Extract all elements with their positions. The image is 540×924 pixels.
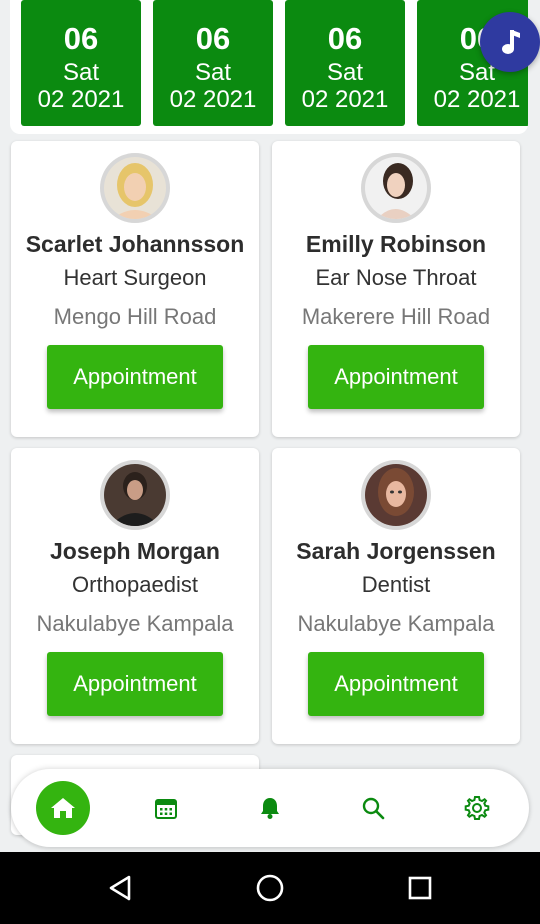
nav-home[interactable] xyxy=(36,781,90,835)
avatar xyxy=(100,153,170,223)
search-icon xyxy=(362,797,385,820)
date-month-year: 02 2021 xyxy=(433,86,521,113)
back-icon xyxy=(109,875,131,901)
doctor-photo xyxy=(365,157,427,219)
doctor-address: Nakulabye Kampala xyxy=(297,611,495,636)
avatar xyxy=(361,460,431,530)
bell-icon xyxy=(261,798,279,819)
doctor-specialty: Ear Nose Throat xyxy=(315,265,477,290)
date-weekday: Sat xyxy=(62,59,100,86)
doctor-card[interactable]: Sarah Jorgenssen Dentist Nakulabye Kampa… xyxy=(272,448,520,744)
date-month-year: 02 2021 xyxy=(169,86,257,113)
doctor-address: Nakulabye Kampala xyxy=(36,611,234,636)
nav-search[interactable] xyxy=(346,781,400,835)
appointment-button[interactable]: Appointment xyxy=(308,345,484,409)
date-card[interactable]: 06 Sat 02 2021 xyxy=(21,0,141,126)
back-button[interactable] xyxy=(102,870,138,906)
date-weekday: Sat xyxy=(326,59,364,86)
system-nav-bar xyxy=(0,852,540,924)
recents-button[interactable] xyxy=(402,870,438,906)
appointment-button[interactable]: Appointment xyxy=(47,652,223,716)
doctor-photo xyxy=(104,464,166,526)
nav-settings[interactable] xyxy=(450,781,504,835)
doctor-card[interactable]: Scarlet Johannsson Heart Surgeon Mengo H… xyxy=(11,141,259,437)
doctor-photo xyxy=(104,157,166,219)
home-icon xyxy=(51,798,75,818)
doctor-specialty: Orthopaedist xyxy=(72,572,198,597)
doctor-photo xyxy=(365,464,427,526)
doctor-name: Emilly Robinson xyxy=(305,231,487,257)
music-note-icon xyxy=(502,30,520,54)
settings-icon xyxy=(464,796,490,820)
music-button[interactable] xyxy=(480,12,540,72)
doctor-card[interactable]: Emilly Robinson Ear Nose Throat Makerere… xyxy=(272,141,520,437)
nav-notifications[interactable] xyxy=(243,781,297,835)
doctor-name: Joseph Morgan xyxy=(50,538,220,564)
doctor-card[interactable]: Joseph Morgan Orthopaedist Nakulabye Kam… xyxy=(11,448,259,744)
date-weekday: Sat xyxy=(194,59,232,86)
doctor-specialty: Dentist xyxy=(361,572,431,597)
doctor-name: Scarlet Johannsson xyxy=(25,231,245,257)
doctor-specialty: Heart Surgeon xyxy=(63,265,207,290)
date-card[interactable]: 06 Sat 02 2021 xyxy=(285,0,405,126)
doctor-address: Makerere Hill Road xyxy=(301,304,491,329)
calendar-icon xyxy=(155,799,177,819)
avatar xyxy=(361,153,431,223)
avatar xyxy=(100,460,170,530)
appointment-button[interactable]: Appointment xyxy=(47,345,223,409)
date-month-year: 02 2021 xyxy=(301,86,389,113)
date-card[interactable]: 06 Sat 02 2021 xyxy=(153,0,273,126)
circle-home-icon xyxy=(256,874,284,902)
date-day: 06 xyxy=(327,21,363,56)
bottom-nav xyxy=(11,769,529,847)
square-recents-icon xyxy=(408,876,432,900)
date-day: 06 xyxy=(195,21,231,56)
date-day: 06 xyxy=(63,21,99,56)
appointment-button[interactable]: Appointment xyxy=(308,652,484,716)
doctor-address: Mengo Hill Road xyxy=(53,304,217,329)
doctor-name: Sarah Jorgenssen xyxy=(296,538,496,564)
home-system-button[interactable] xyxy=(252,870,288,906)
date-month-year: 02 2021 xyxy=(37,86,125,113)
date-strip[interactable]: 06 Sat 02 2021 06 Sat 02 2021 06 Sat 02 … xyxy=(10,0,528,134)
nav-calendar[interactable] xyxy=(139,781,193,835)
